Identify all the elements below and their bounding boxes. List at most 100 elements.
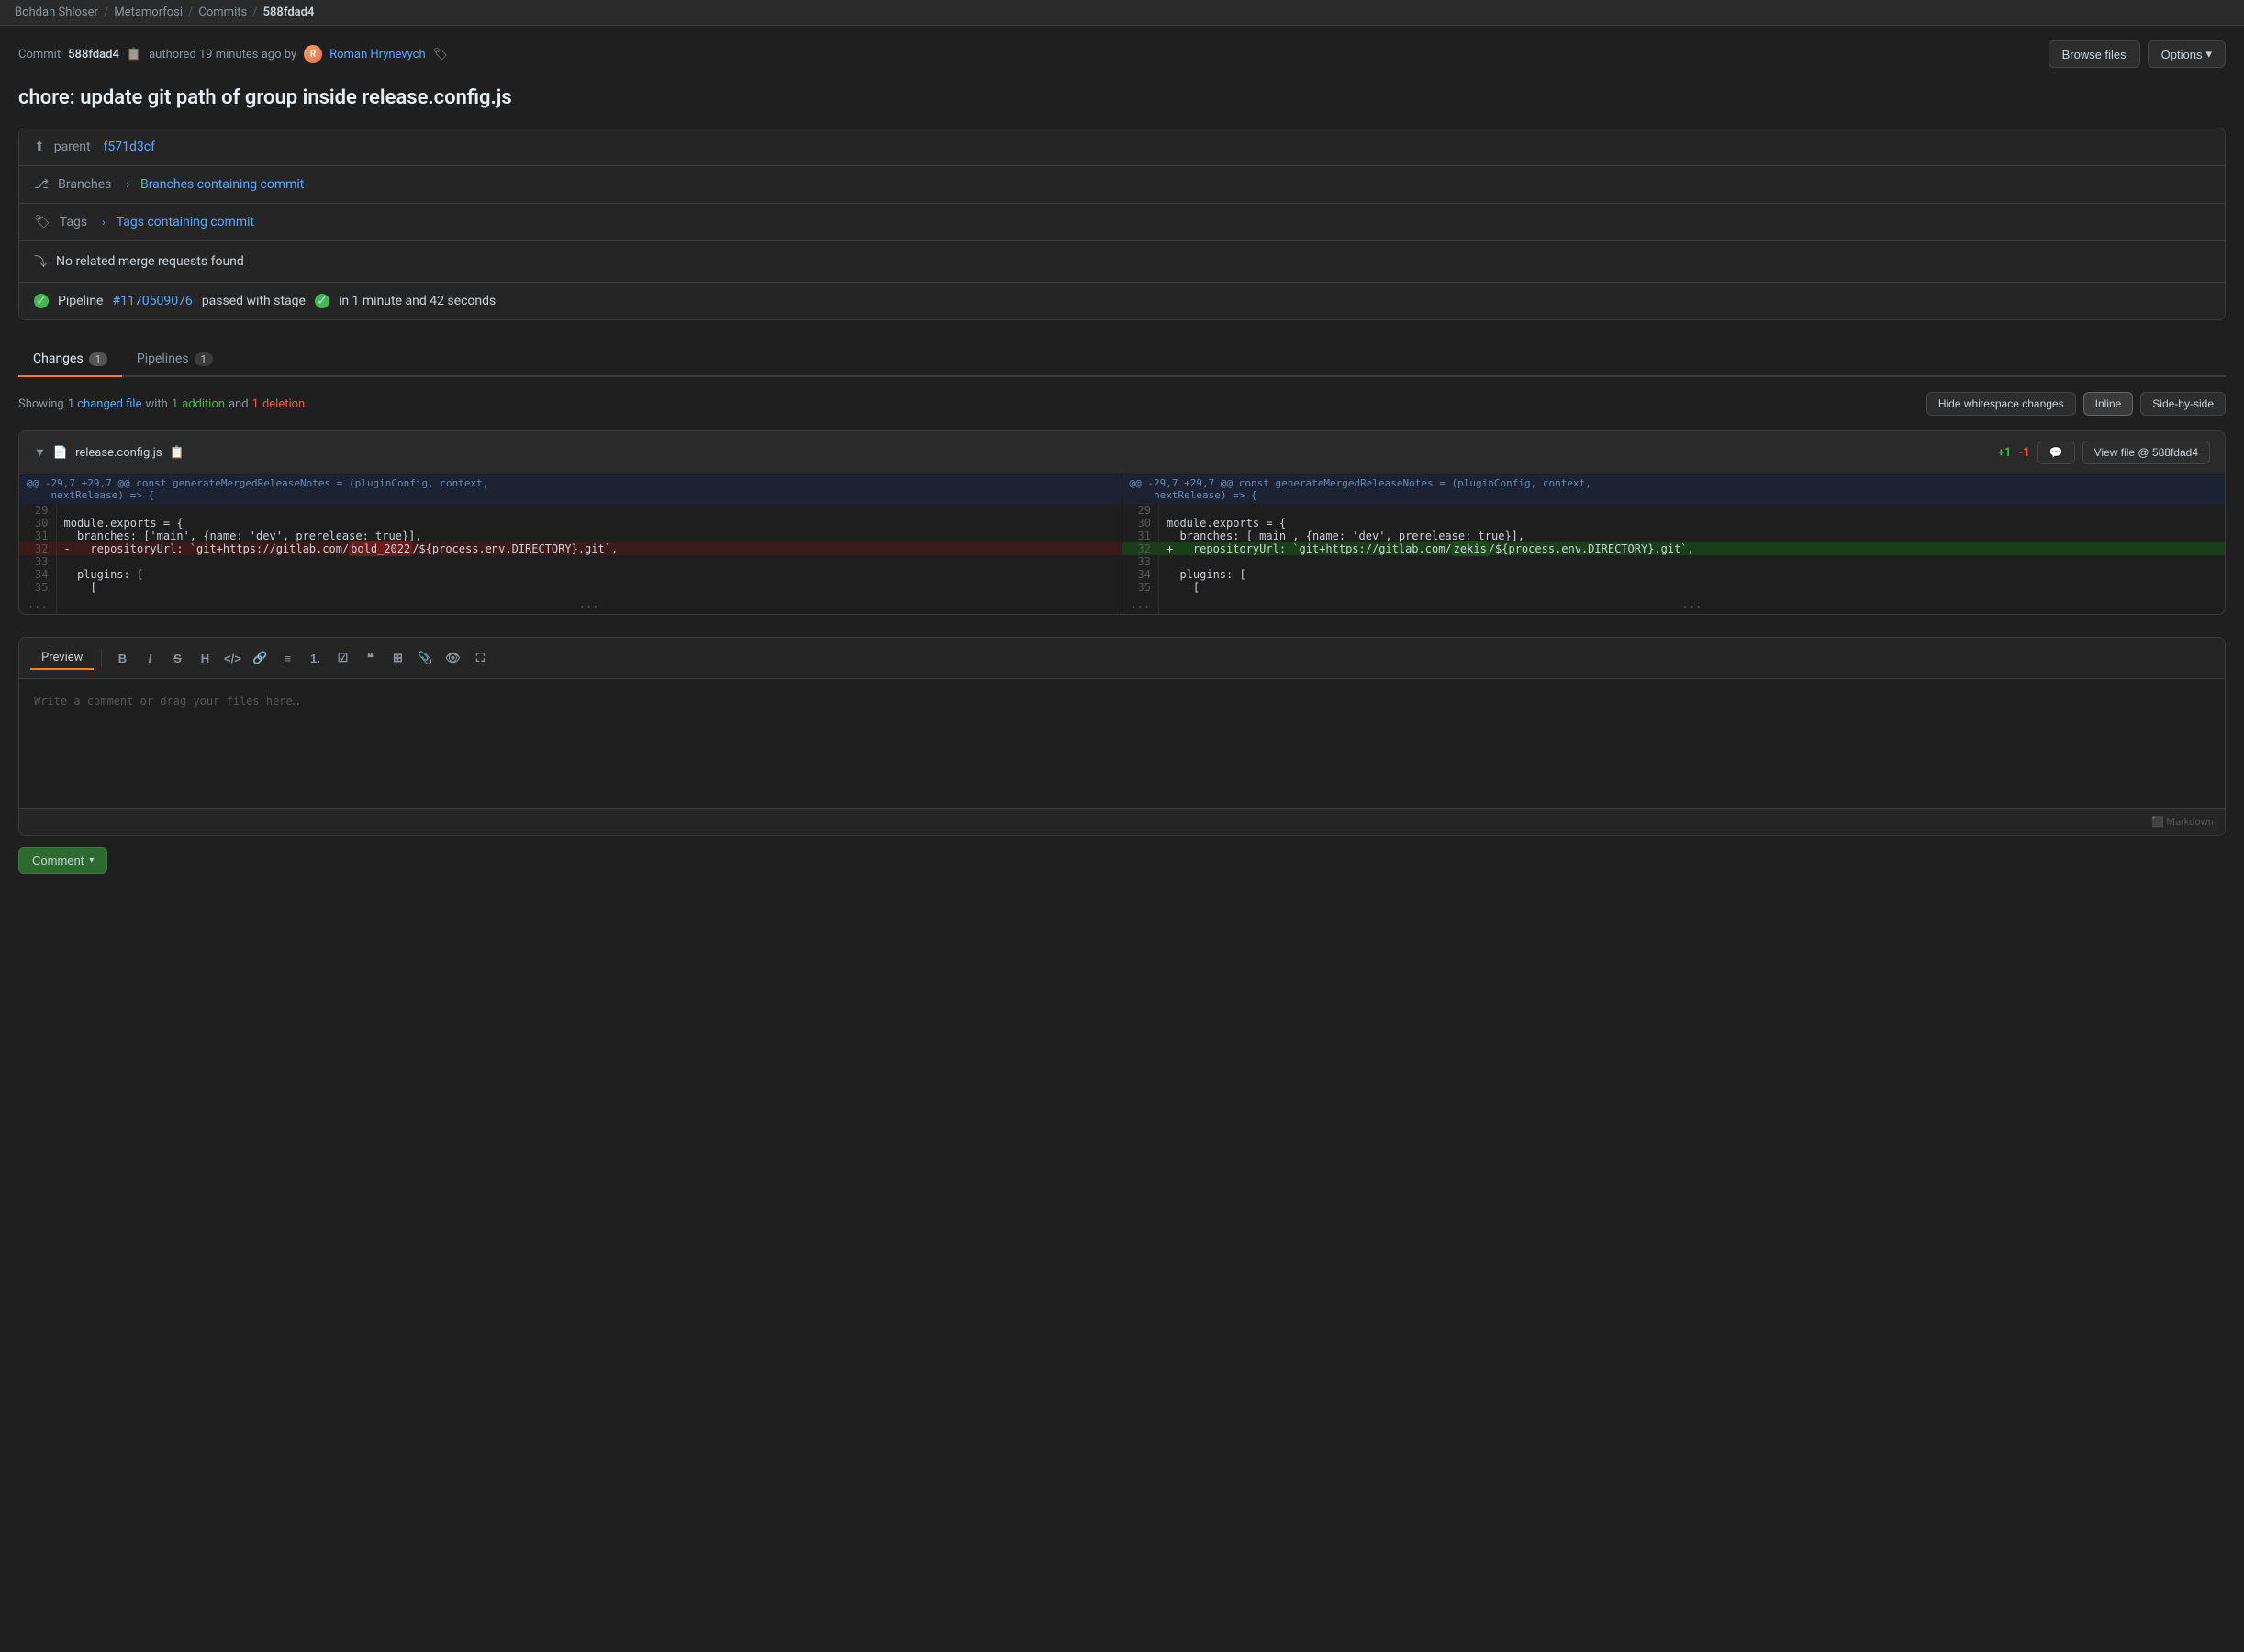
diff-ellipsis-left: ... ... [19,594,1122,614]
author-link[interactable]: Roman Hrynevych [329,48,426,61]
pipeline-status-icon: ✓ [34,294,49,308]
changes-summary-right: Hide whitespace changes Inline Side-by-s… [1926,392,2226,416]
diff-line-left-35: 35 [ [19,581,1122,594]
hide-whitespace-button[interactable]: Hide whitespace changes [1926,392,2076,416]
table-button[interactable]: ⊞ [385,645,410,671]
branches-card: ⎇ Branches › Branches containing commit [19,166,2225,204]
link-button[interactable]: 🔗 [247,645,273,671]
italic-button[interactable]: I [137,645,162,671]
branches-chevron: › [126,178,129,191]
additions-label: addition [182,397,225,411]
parent-hash-link[interactable]: f571d3cf [104,140,155,154]
tab-pipelines-badge: 1 [195,352,213,366]
diff-right-table: @@ -29,7 +29,7 @@ const generateMergedRe… [1122,474,2226,614]
breadcrumb-user[interactable]: Bohdan Shloser [15,6,98,19]
breadcrumb-commits[interactable]: Commits [198,6,247,19]
tags-label: Tags [60,215,87,229]
diff-line-right-29: 29 [1122,504,2226,517]
diff-line-right-34: 34 plugins: [ [1122,568,2226,581]
tab-pipelines[interactable]: Pipelines 1 [122,342,228,377]
collapse-icon[interactable]: ▼ [34,445,46,460]
diff-container: ▼ 📄 release.config.js 📋 +1 -1 💬 View fil… [18,430,2226,615]
diff-left-table: @@ -29,7 +29,7 @@ const generateMergedRe… [19,474,1122,614]
tab-pipelines-label: Pipelines [137,352,189,366]
pipeline-card: ✓ Pipeline #1170509076 passed with stage… [19,283,2225,319]
changed-count-link[interactable]: 1 changed file [68,397,142,411]
pipeline-stage-icon: ✓ [315,294,329,308]
attach-button[interactable]: 📎 [412,645,438,671]
comment-write-tab[interactable]: Preview [30,647,94,670]
comment-placeholder: Write a comment or drag your files here… [34,695,299,708]
diff-hunk-left: @@ -29,7 +29,7 @@ const generateMergedRe… [19,474,1122,504]
side-by-side-button[interactable]: Side-by-side [2140,392,2226,416]
hunk-text-right: @@ -29,7 +29,7 @@ const generateMergedRe… [1122,474,2226,504]
breadcrumb-project[interactable]: Metamorfosi [114,6,183,19]
tab-changes[interactable]: Changes 1 [18,342,122,377]
fullscreen-button[interactable]: ⛶ [467,645,493,671]
diff-file-header: ▼ 📄 release.config.js 📋 +1 -1 💬 View fil… [19,431,2225,474]
deletions-label: deletion [262,397,305,411]
tags-link[interactable]: Tags containing commit [117,215,254,229]
bold-button[interactable]: B [109,645,135,671]
diff-line-left-34: 34 plugins: [ [19,568,1122,581]
preview-icon-button[interactable]: 👁 [440,645,465,671]
commit-label: Commit [18,48,61,61]
pipeline-time: in 1 minute and 42 seconds [339,294,496,308]
heading-button[interactable]: H [192,645,218,671]
showing-text: Showing [18,397,64,411]
toolbar-separator [101,649,102,667]
copy-path-icon[interactable]: 📋 [170,446,184,460]
commit-header: Commit 588fdad4 📋 authored 19 minutes ag… [18,40,2226,68]
avatar: R [304,45,322,63]
pipeline-link[interactable]: #1170509076 [113,294,193,308]
diff-ellipsis-right: ... ... [1122,594,2226,614]
commit-meta: Commit 588fdad4 📋 authored 19 minutes ag… [18,45,448,63]
diff-line-right-32: 32 + repositoryUrl: `git+https://gitlab.… [1122,542,2226,555]
parent-label: parent [54,140,91,154]
inline-button[interactable]: Inline [2083,392,2134,416]
tags-chevron: › [102,216,106,229]
task-list-button[interactable]: ☑ [329,645,355,671]
bullet-list-button[interactable]: ≡ [274,645,300,671]
comment-toggle-button[interactable]: 💬 [2037,441,2075,464]
parent-card: ⬆ parent f571d3cf [19,128,2225,166]
pipeline-label: Pipeline [58,294,104,308]
browse-files-button[interactable]: Browse files [2049,40,2140,68]
tags-icon: 🏷 [34,215,50,229]
block-quote-button[interactable]: ❝ [357,645,383,671]
comment-submit-area: Comment ▾ [18,836,2226,885]
parent-icon: ⬆ [34,140,45,154]
branches-icon: ⎇ [34,177,49,192]
diff-line-right-33: 33 [1122,555,2226,568]
header-buttons: Browse files Options ▾ [2049,40,2226,68]
diff-content: @@ -29,7 +29,7 @@ const generateMergedRe… [19,474,2225,614]
strikethrough-button[interactable]: S [164,645,190,671]
diff-line-left-29: 29 [19,504,1122,517]
diff-line-left-30: 30 module.exports = { [19,517,1122,530]
changes-summary-left: Showing 1 changed file with 1 addition a… [18,397,305,411]
diff-right: @@ -29,7 +29,7 @@ const generateMergedRe… [1122,474,2226,614]
author-badge: 🏷 [433,48,449,61]
copy-hash-icon[interactable]: 📋 [127,48,141,61]
diff-left: @@ -29,7 +29,7 @@ const generateMergedRe… [19,474,1122,614]
branches-link[interactable]: Branches containing commit [140,177,304,192]
diff-stat-del: -1 [2018,446,2029,460]
info-cards: ⬆ parent f571d3cf ⎇ Branches › Branches … [18,128,2226,320]
breadcrumb-sep1: / [104,6,108,19]
branches-label: Branches [58,177,111,192]
no-mr-text: No related merge requests found [56,254,244,269]
diff-line-right-35: 35 [ [1122,581,2226,594]
diff-line-right-30: 30 module.exports = { [1122,517,2226,530]
view-file-button[interactable]: View file @ 588fdad4 [2082,441,2210,464]
chevron-down-icon: ▾ [2205,47,2212,61]
commit-hash: 588fdad4 [68,48,119,61]
code-inline-button[interactable]: </> [219,645,245,671]
comment-toolbar: Preview B I S H </> 🔗 ≡ 1. ☑ ❝ ⊞ 📎 👁 ⛶ [19,638,2225,679]
diff-file-actions: +1 -1 💬 View file @ 588fdad4 [1998,441,2210,464]
comment-input-area[interactable]: Write a comment or drag your files here… [19,679,2225,808]
breadcrumb-sep2: / [188,6,193,19]
options-button[interactable]: Options ▾ [2148,40,2226,68]
comment-submit-button[interactable]: Comment ▾ [18,847,107,874]
comment-submit-chevron: ▾ [89,855,94,865]
numbered-list-button[interactable]: 1. [302,645,328,671]
